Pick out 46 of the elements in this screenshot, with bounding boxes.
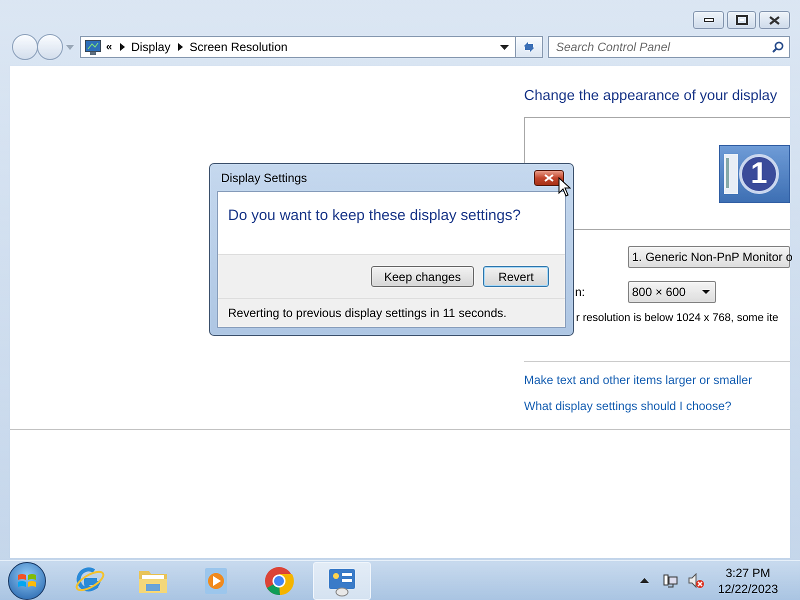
maximize-button[interactable]: [727, 11, 756, 29]
refresh-button[interactable]: [516, 36, 543, 58]
start-button[interactable]: [8, 562, 46, 600]
resolution-dropdown[interactable]: 800 × 600: [628, 281, 716, 303]
overflow-chevron-icon[interactable]: «: [106, 38, 112, 56]
search-field[interactable]: Search Control Panel: [548, 36, 790, 58]
chrome-icon: [263, 564, 295, 596]
help-link[interactable]: What display settings should I choose?: [524, 396, 732, 414]
breadcrumb-arrow-icon[interactable]: [120, 43, 126, 51]
dialog-button[interactable]: Revert: [483, 266, 549, 287]
resolution-warning: r resolution is below 1024 x 768, some ite: [575, 311, 780, 326]
clock-date: 12/22/2023: [718, 580, 778, 596]
minimize-button[interactable]: [693, 11, 724, 29]
dialog-close-button[interactable]: [534, 170, 564, 186]
close-button[interactable]: [759, 11, 790, 29]
close-icon: [769, 16, 780, 24]
page-heading: Change the appearance of your display: [524, 87, 778, 106]
dialog-question: Do you want to keep these display settings?: [228, 207, 521, 224]
search-icon[interactable]: [772, 41, 784, 53]
address-bar[interactable]: « Display Screen Resolution: [80, 36, 516, 58]
dialog-title: Display Settings: [220, 170, 308, 186]
monitor-icon: [85, 40, 101, 54]
resolution-label: n:: [574, 284, 586, 301]
monitor-number: 1: [739, 154, 779, 194]
monitor-tile[interactable]: 1: [719, 145, 790, 203]
close-icon: [544, 174, 554, 182]
dialog-button[interactable]: Keep changes: [371, 266, 474, 287]
breadcrumb-item[interactable]: Display: [131, 38, 170, 56]
dropdown-arrow-icon: [702, 290, 710, 294]
countdown-text: Reverting to previous display settings in 11 seconds.: [228, 305, 507, 322]
clock-time: 3:27 PM: [726, 564, 770, 580]
windows-logo-icon: [17, 572, 37, 590]
maximize-icon: [736, 15, 748, 25]
network-icon[interactable]: [662, 572, 679, 588]
minimize-icon: [704, 18, 714, 22]
refresh-icon: [522, 40, 536, 54]
show-hidden-icons-icon[interactable]: [640, 578, 649, 583]
dropdown-arrow-icon[interactable]: [500, 44, 509, 50]
taskbar-app-button[interactable]: [313, 562, 371, 600]
muted-speaker-icon[interactable]: [688, 572, 704, 588]
breadcrumb-item[interactable]: Screen Resolution: [189, 38, 288, 56]
window-thumbnail-icon: [724, 154, 738, 194]
display-dropdown[interactable]: 1. Generic Non-PnP Monitor o: [628, 246, 790, 268]
help-link[interactable]: Make text and other items larger or smaller: [524, 370, 752, 388]
clock[interactable]: 3:27 PM 12/22/2023: [718, 564, 778, 596]
breadcrumb-arrow-icon[interactable]: [178, 43, 184, 51]
